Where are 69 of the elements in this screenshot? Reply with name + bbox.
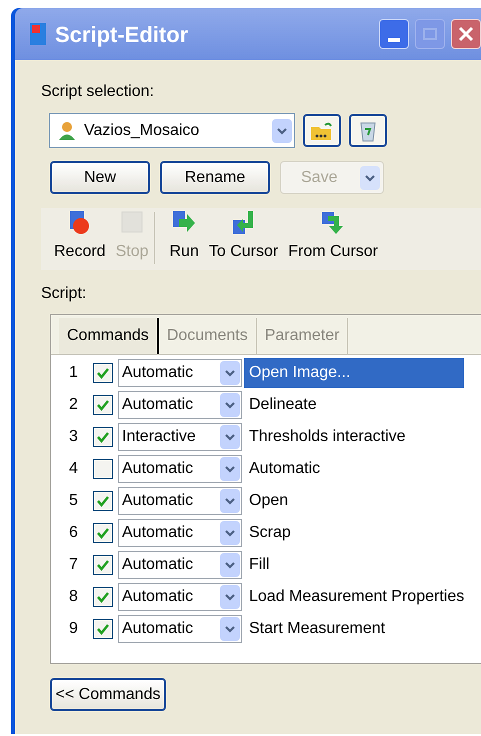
tab[interactable]: Commands xyxy=(59,318,159,354)
mode-dropdown[interactable]: Automatic xyxy=(118,391,242,419)
window-title: Script-Editor xyxy=(55,20,188,49)
checkbox[interactable] xyxy=(93,555,113,575)
close-button[interactable] xyxy=(451,19,481,49)
script-selection-label: Script selection: xyxy=(41,82,155,102)
row-number: 5 xyxy=(69,491,79,511)
command-name[interactable]: Automatic xyxy=(244,454,320,484)
row-number: 1 xyxy=(69,363,79,383)
command-name[interactable]: Start Measurement xyxy=(244,614,386,644)
row-number: 6 xyxy=(69,523,79,543)
command-name[interactable]: Fill xyxy=(244,550,270,580)
open-folder-button[interactable] xyxy=(303,114,341,147)
action-button[interactable]: Rename xyxy=(160,161,270,194)
recycle-bin-icon xyxy=(358,120,378,142)
row-number: 4 xyxy=(69,459,79,479)
checkbox[interactable] xyxy=(93,395,113,415)
commands-toggle-button[interactable]: << Commands xyxy=(50,678,166,711)
check-icon xyxy=(96,623,110,635)
checkbox[interactable] xyxy=(93,619,113,639)
toolbar-button[interactable]: To Cursor xyxy=(204,210,284,264)
mode-dropdown[interactable]: Automatic xyxy=(118,551,242,579)
app-icon xyxy=(29,22,47,46)
action-button[interactable]: New xyxy=(50,161,150,194)
check-icon xyxy=(96,559,110,571)
checkbox[interactable] xyxy=(93,363,113,383)
user-icon xyxy=(58,120,76,140)
script-dropdown[interactable]: Vazios_Mosaico xyxy=(49,113,295,148)
command-name[interactable]: Open Image... xyxy=(244,358,464,388)
minimize-button[interactable] xyxy=(379,19,409,49)
toolbar-button[interactable]: Record xyxy=(49,210,111,264)
checkbox[interactable] xyxy=(93,427,113,447)
check-icon xyxy=(96,527,110,539)
close-icon xyxy=(458,26,474,42)
command-name[interactable]: Load Measurement Properties xyxy=(244,582,464,612)
checkbox[interactable] xyxy=(93,523,113,543)
check-icon xyxy=(96,399,110,411)
minimize-icon xyxy=(388,38,400,42)
script-name: Vazios_Mosaico xyxy=(84,120,200,140)
mode-dropdown[interactable]: Automatic xyxy=(118,519,242,547)
mode-dropdown[interactable]: Interactive xyxy=(118,423,242,451)
row-number: 9 xyxy=(69,619,79,639)
checkbox[interactable] xyxy=(93,587,113,607)
checkbox[interactable] xyxy=(93,491,113,511)
mode-dropdown[interactable]: Automatic xyxy=(118,487,242,515)
row-number: 7 xyxy=(69,555,79,575)
check-icon xyxy=(96,367,110,379)
row-number: 8 xyxy=(69,587,79,607)
mode-dropdown[interactable]: Automatic xyxy=(118,455,242,483)
check-icon xyxy=(96,495,110,507)
recycle-button[interactable] xyxy=(349,114,387,147)
row-number: 3 xyxy=(69,427,79,447)
folder-icon xyxy=(310,120,334,140)
script-label: Script: xyxy=(41,284,88,304)
mode-dropdown[interactable]: Automatic xyxy=(118,583,242,611)
command-name[interactable]: Scrap xyxy=(244,518,291,548)
mode-dropdown[interactable]: Automatic xyxy=(118,615,242,643)
command-name[interactable]: Open xyxy=(244,486,288,516)
toolbar-button[interactable]: Run xyxy=(164,210,204,264)
checkbox[interactable] xyxy=(93,459,113,479)
check-icon xyxy=(96,591,110,603)
maximize-icon xyxy=(423,28,437,40)
mode-dropdown[interactable]: Automatic xyxy=(118,359,242,387)
check-icon xyxy=(96,431,110,443)
command-name[interactable]: Thresholds interactive xyxy=(244,422,406,452)
command-name[interactable]: Delineate xyxy=(244,390,317,420)
toolbar-button[interactable]: From Cursor xyxy=(283,210,383,264)
record-icon xyxy=(68,210,92,236)
row-number: 2 xyxy=(69,395,79,415)
